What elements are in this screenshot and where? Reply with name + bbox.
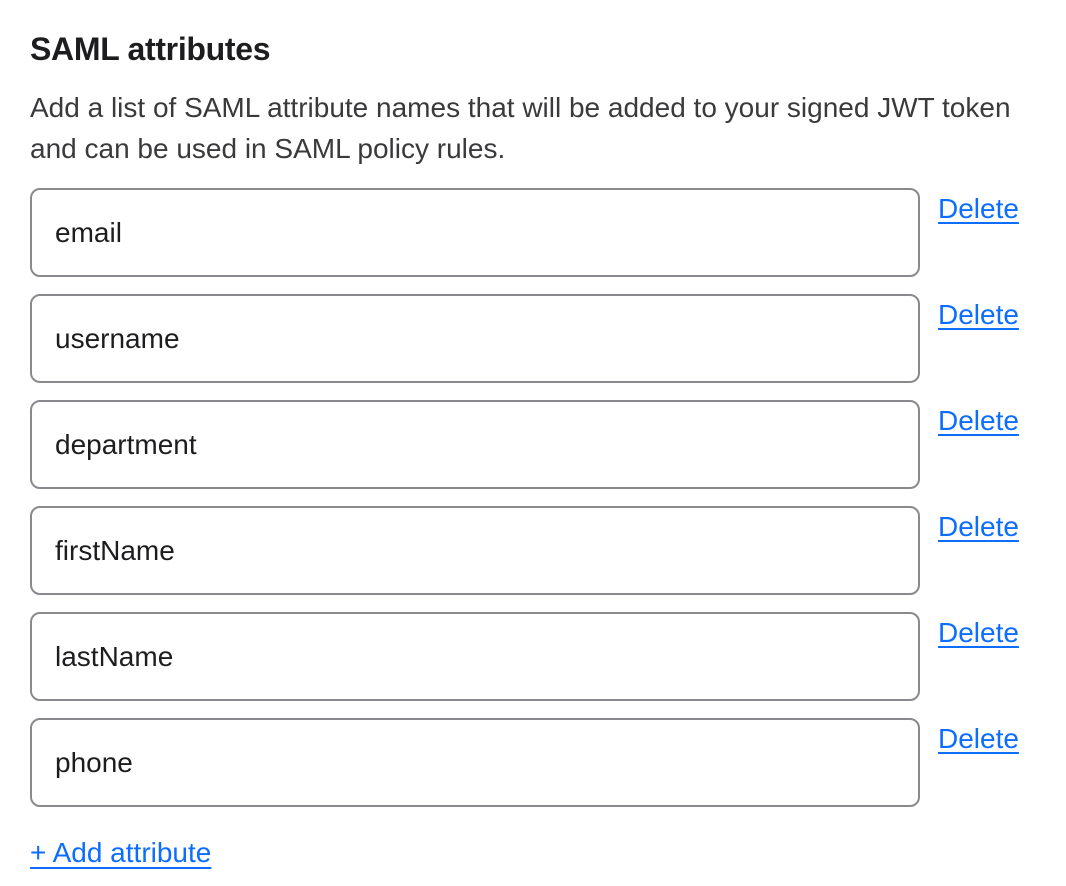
attribute-row: Delete [30, 718, 1066, 807]
attribute-row: Delete [30, 612, 1066, 701]
delete-attribute-link[interactable]: Delete [938, 299, 1019, 331]
section-description-line-1: Add a list of SAML attribute names that … [30, 87, 1050, 128]
add-attribute-row: + Add attribute [30, 836, 1066, 870]
attribute-row: Delete [30, 188, 1066, 277]
attribute-list: Delete Delete Delete Delete Delete Delet… [30, 188, 1066, 824]
delete-attribute-link[interactable]: Delete [938, 617, 1019, 649]
attribute-name-input[interactable] [30, 400, 920, 489]
delete-attribute-link[interactable]: Delete [938, 511, 1019, 543]
delete-attribute-link[interactable]: Delete [938, 405, 1019, 437]
attribute-row: Delete [30, 506, 1066, 595]
attribute-name-input[interactable] [30, 188, 920, 277]
section-description: Add a list of SAML attribute names that … [30, 87, 1050, 169]
section-title: SAML attributes [30, 32, 1066, 66]
attribute-name-input[interactable] [30, 506, 920, 595]
saml-attributes-section: SAML attributes Add a list of SAML attri… [0, 0, 1066, 886]
attribute-row: Delete [30, 400, 1066, 489]
delete-attribute-link[interactable]: Delete [938, 723, 1019, 755]
delete-attribute-link[interactable]: Delete [938, 193, 1019, 225]
section-description-line-2: and can be used in SAML policy rules. [30, 128, 1050, 169]
attribute-name-input[interactable] [30, 612, 920, 701]
attribute-row: Delete [30, 294, 1066, 383]
attribute-name-input[interactable] [30, 718, 920, 807]
attribute-name-input[interactable] [30, 294, 920, 383]
add-attribute-link[interactable]: + Add attribute [30, 836, 211, 870]
